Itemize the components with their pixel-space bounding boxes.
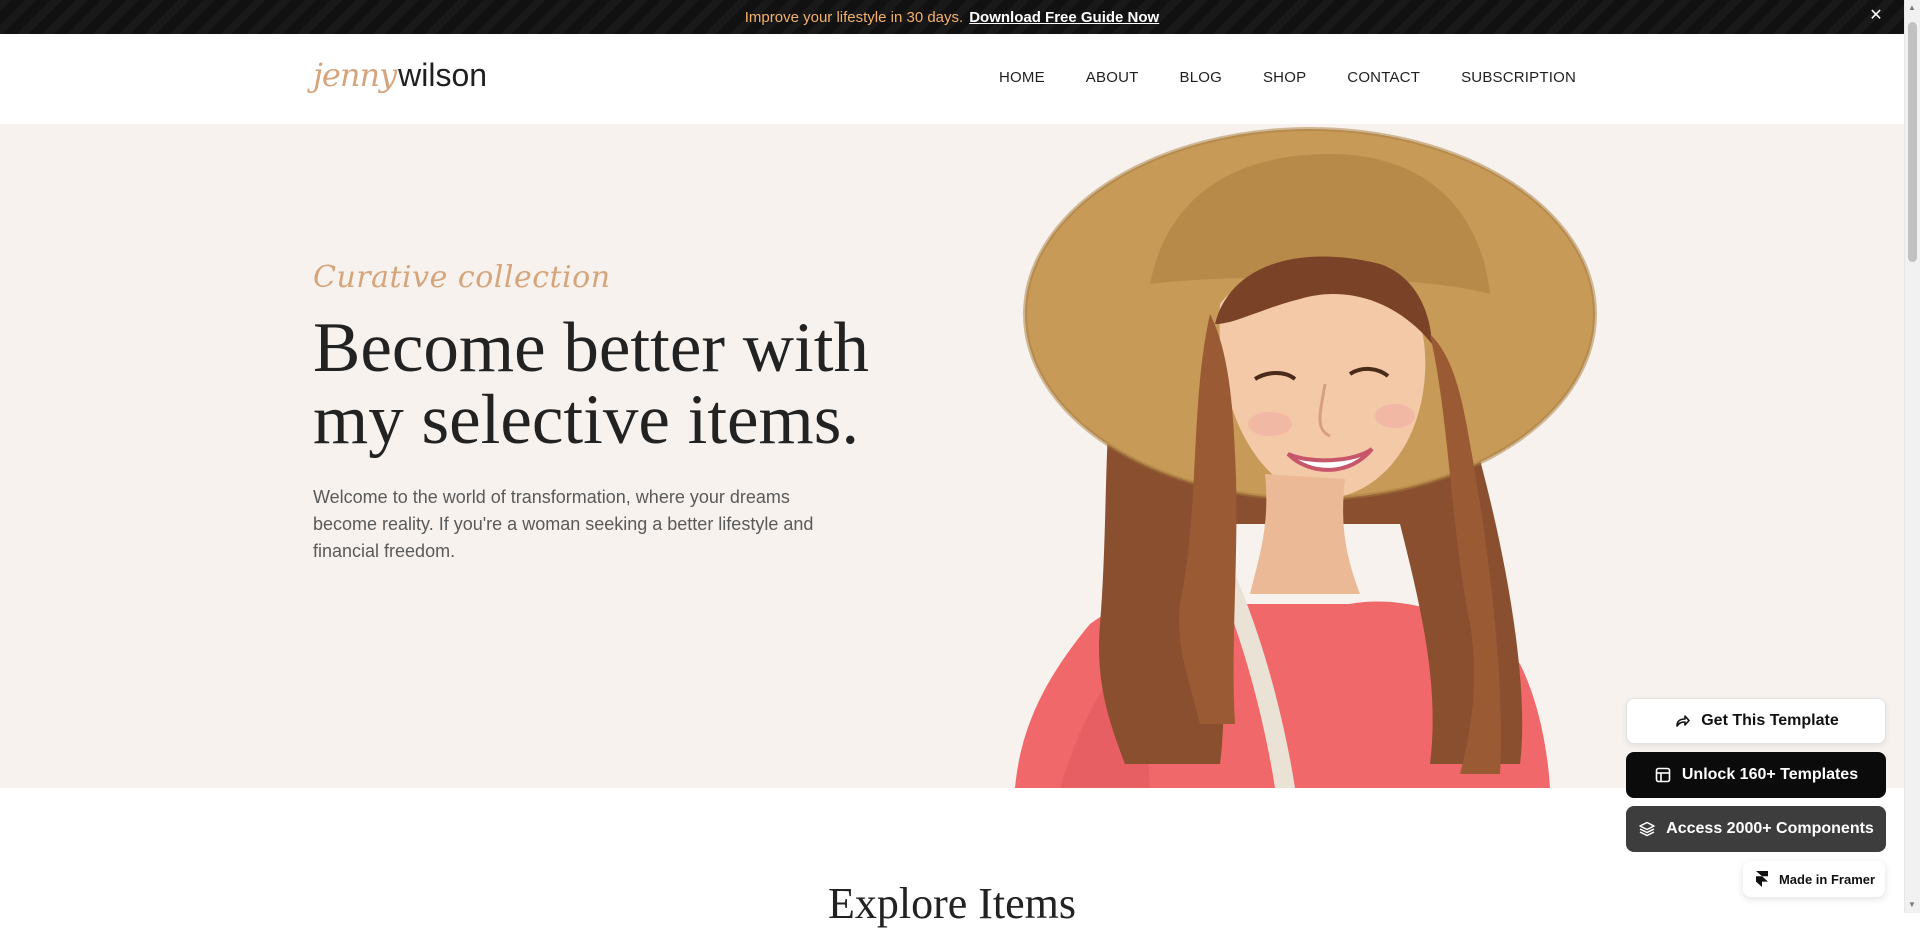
- logo[interactable]: jenny wilson: [313, 56, 487, 106]
- scroll-up-arrow-icon[interactable]: ▲: [1908, 4, 1916, 12]
- scroll-down-arrow-icon[interactable]: ▼: [1908, 901, 1916, 909]
- nav-blog[interactable]: BLOG: [1179, 69, 1221, 86]
- nav-shop[interactable]: SHOP: [1263, 69, 1306, 86]
- made-in-framer-badge[interactable]: Made in Framer: [1743, 861, 1885, 897]
- logo-wordmark: wilson: [398, 57, 488, 93]
- nav-subscription[interactable]: SUBSCRIPTION: [1461, 69, 1576, 86]
- close-icon[interactable]: ✕: [1866, 6, 1886, 26]
- download-guide-link[interactable]: Download Free Guide Now: [969, 9, 1159, 26]
- hero-description: Welcome to the world of transformation, …: [313, 487, 814, 561]
- site-header: jenny wilson HOME ABOUT BLOG SHOP CONTAC…: [0, 34, 1904, 124]
- nav-contact[interactable]: CONTACT: [1347, 69, 1420, 86]
- unlock-templates-button[interactable]: Unlock 160+ Templates: [1626, 752, 1886, 798]
- headline-line-2: my selective items.: [313, 381, 860, 459]
- access-components-button[interactable]: Access 2000+ Components: [1626, 806, 1886, 852]
- nav-about[interactable]: ABOUT: [1086, 69, 1139, 86]
- section-title: Explore Items: [827, 879, 1077, 928]
- layers-icon: [1638, 820, 1656, 838]
- announcement-message: Improve your lifestyle in 30 days.: [744, 8, 964, 26]
- get-template-label: Get This Template: [1701, 712, 1839, 729]
- hero-section: Curative collection Become better with m…: [0, 124, 1904, 788]
- headline-line-1: Become better with: [313, 309, 869, 387]
- page-scrollbar[interactable]: ▲ ▼: [1904, 0, 1920, 913]
- scroll-thumb[interactable]: [1908, 22, 1917, 262]
- hero-portrait-image: [1015, 127, 1597, 788]
- unlock-templates-label: Unlock 160+ Templates: [1681, 766, 1859, 783]
- access-components-label: Access 2000+ Components: [1666, 820, 1874, 837]
- get-template-button[interactable]: Get This Template: [1626, 698, 1886, 744]
- framer-logo-icon: [1753, 870, 1771, 888]
- main-nav: HOME ABOUT BLOG SHOP CONTACT SUBSCRIPTIO…: [999, 69, 1576, 86]
- logo-script: jenny: [313, 56, 397, 94]
- made-in-framer-label: Made in Framer: [1778, 871, 1876, 887]
- layout-icon: [1654, 766, 1672, 784]
- nav-home[interactable]: HOME: [999, 69, 1045, 86]
- hero-headline: Become better with my selective items.: [313, 312, 933, 456]
- hero-kicker: Curative collection: [313, 260, 611, 295]
- announcement-bar: Improve your lifestyle in 30 days. Downl…: [0, 0, 1904, 34]
- share-arrow-icon: [1673, 712, 1691, 730]
